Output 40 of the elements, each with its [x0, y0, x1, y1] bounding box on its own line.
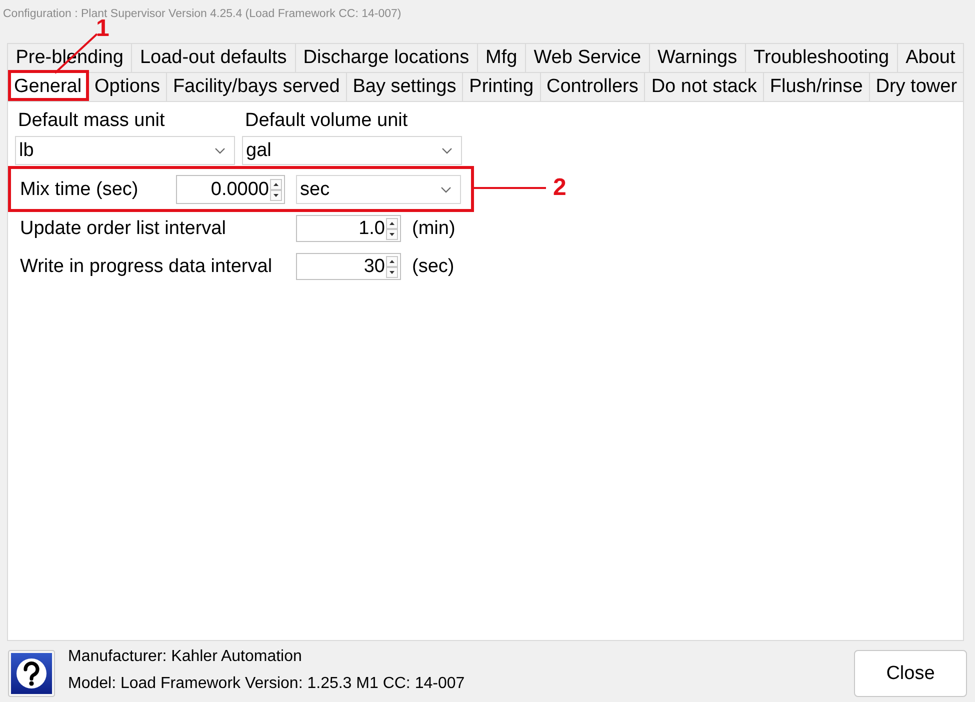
field-label: Mix time (sec) — [19, 178, 140, 200]
unit-label: (min) — [412, 218, 456, 240]
tab[interactable]: Options — [88, 72, 167, 101]
leader-line — [474, 187, 546, 189]
spin-field[interactable]: 1.0 — [296, 215, 401, 242]
tab[interactable]: Flush/rinse — [764, 72, 870, 101]
field-label: Default mass unit — [17, 110, 166, 132]
tab[interactable]: Bay settings — [346, 72, 464, 101]
field-label: Default volume unit — [244, 110, 409, 132]
unit-label: (sec) — [412, 256, 454, 278]
tab[interactable]: Controllers — [540, 72, 646, 101]
tab[interactable]: About — [898, 43, 964, 72]
tab[interactable]: Web Service — [526, 43, 650, 72]
spin-field[interactable]: 30 — [296, 253, 401, 280]
model-text: Model: Load Framework Version: 1.25.3 M1 CC: 14-007 — [68, 674, 465, 694]
manufacturer-text: Manufacturer: Kahler Automation — [68, 647, 303, 667]
tab[interactable]: Troubleshooting — [746, 43, 898, 72]
callout-number: 2 — [553, 175, 566, 201]
chevron-down-icon — [442, 148, 452, 154]
close-button[interactable]: Close — [854, 650, 967, 697]
spin-arrows-icon — [386, 256, 398, 278]
tab[interactable]: Facility/bays served — [166, 72, 347, 101]
dropdown[interactable]: gal — [242, 136, 462, 165]
spin-arrows-icon — [270, 178, 282, 200]
field-label: Write in progress data interval — [19, 256, 274, 278]
chevron-down-icon — [215, 148, 225, 154]
tab[interactable]: Discharge locations — [296, 43, 478, 72]
tab[interactable]: Mfg — [478, 43, 526, 72]
dropdown[interactable]: lb — [15, 136, 235, 165]
dropdown[interactable]: sec — [296, 175, 461, 204]
tab[interactable]: Load-out defaults — [132, 43, 296, 72]
help-icon — [8, 650, 55, 697]
spin-field[interactable]: 0.0000 — [176, 175, 285, 204]
field-label: Update order list interval — [19, 218, 227, 240]
tab[interactable]: Do not stack — [645, 72, 764, 101]
tab[interactable]: Printing — [463, 72, 541, 101]
tab[interactable]: Dry tower — [870, 72, 964, 101]
tab[interactable]: Warnings — [650, 43, 746, 72]
chevron-down-icon — [441, 186, 451, 192]
spin-arrows-icon — [386, 218, 398, 240]
